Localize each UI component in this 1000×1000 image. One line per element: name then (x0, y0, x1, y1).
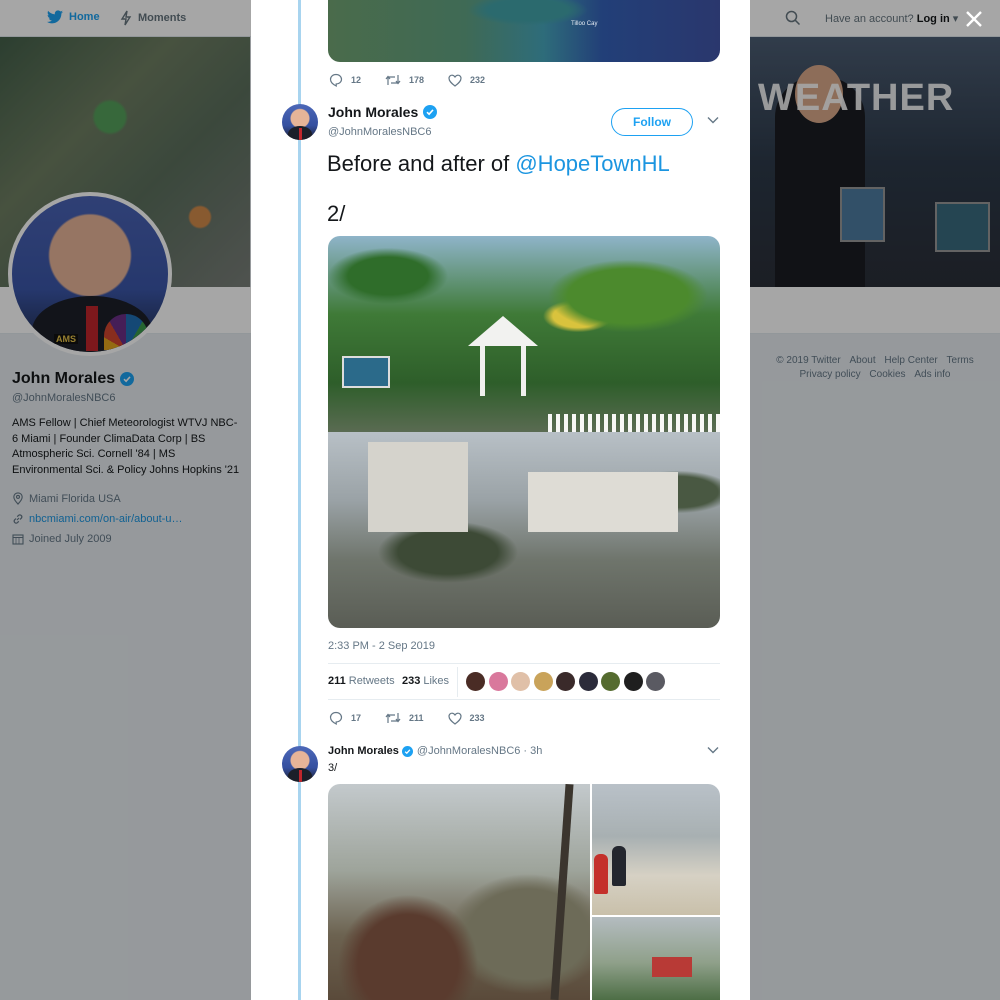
reply-count: 17 (351, 713, 362, 723)
hotel-sign (342, 356, 390, 388)
retweet-count: 178 (409, 75, 425, 85)
retweets-stat-count: 211 (328, 675, 346, 687)
tweet-text: Before and after of @HopeTownHL (327, 150, 670, 178)
retweet-icon (385, 75, 401, 85)
mention-link[interactable]: @HopeTownHL (515, 151, 669, 176)
red-roof-house (652, 957, 692, 977)
photo-before[interactable] (328, 236, 720, 432)
retweets-stat[interactable]: 211 Retweets (328, 675, 395, 687)
tweet-time[interactable]: · 3h (523, 745, 542, 757)
reply-count: 12 (351, 75, 362, 85)
tweet-text-prefix: Before and after of (327, 151, 516, 176)
photo-after[interactable] (328, 432, 720, 628)
liker-avatars (466, 672, 669, 691)
liker-avatar[interactable] (556, 672, 575, 691)
reply-button[interactable]: 17 (329, 711, 361, 725)
white-fence (548, 414, 720, 432)
likes-stat-label: Likes (423, 675, 450, 687)
liker-avatar[interactable] (466, 672, 485, 691)
tweet-image-map[interactable]: Tilloo Cay (328, 0, 720, 62)
retweet-button[interactable]: 211 (385, 711, 424, 725)
tweet-actions: 17 211 233 (329, 711, 509, 725)
likes-stat[interactable]: 233 Likes (402, 675, 449, 687)
like-count: 233 (469, 713, 485, 723)
liker-avatar[interactable] (601, 672, 620, 691)
chevron-down-icon[interactable] (707, 116, 719, 124)
reply-button[interactable]: 12 (329, 73, 361, 87)
likes-stat-count: 233 (402, 675, 421, 687)
damaged-building (368, 442, 468, 532)
tweet-author-name[interactable]: John Morales (328, 104, 438, 120)
like-count: 232 (470, 75, 486, 85)
close-icon[interactable] (962, 7, 986, 31)
heart-icon (448, 74, 462, 87)
liker-avatar[interactable] (578, 672, 598, 691)
person (612, 846, 626, 886)
tweet-text: 3/ (328, 762, 338, 774)
verified-badge-icon (423, 105, 438, 119)
tweet-text-line: 2/ (327, 201, 346, 226)
tweet-thread-modal: Tilloo Cay 12 178 232 John Morales @John… (251, 0, 750, 1000)
retweets-stat-label: Retweets (348, 675, 395, 687)
tweet-photo-grid (328, 236, 720, 628)
tweet-stats: 211 Retweets 233 Likes (328, 663, 720, 700)
map-label: Tilloo Cay (571, 21, 598, 27)
tweet-actions: 12 178 232 (329, 73, 509, 87)
person (594, 854, 608, 894)
photo-storm-damage[interactable] (328, 784, 590, 1000)
liker-avatar[interactable] (646, 672, 665, 691)
liker-avatar[interactable] (511, 672, 530, 691)
author-name-text: John Morales (328, 745, 399, 757)
follow-button[interactable]: Follow (611, 108, 693, 136)
like-button[interactable]: 232 (448, 74, 485, 87)
liker-avatar[interactable] (533, 672, 553, 691)
author-name-text: John Morales (328, 104, 419, 120)
gazebo (468, 316, 538, 396)
tweet-author-handle[interactable]: @JohnMoralesNBC6 (328, 126, 432, 138)
liker-avatar[interactable] (488, 672, 508, 691)
photo-beach-people[interactable] (592, 784, 720, 915)
retweet-icon (385, 713, 401, 723)
heart-icon (447, 712, 462, 725)
retweet-count: 211 (409, 713, 424, 723)
avatar[interactable] (282, 746, 318, 782)
damaged-building (528, 472, 678, 532)
reply-icon (329, 711, 343, 725)
tweet-timestamp[interactable]: 2:33 PM - 2 Sep 2019 (328, 640, 435, 652)
like-button[interactable]: 233 (447, 712, 485, 725)
avatar[interactable] (282, 104, 318, 140)
verified-badge-icon (401, 745, 413, 757)
photo-damaged-houses[interactable] (592, 917, 720, 1000)
liker-avatar[interactable] (623, 672, 643, 691)
retweet-button[interactable]: 178 (385, 73, 424, 87)
tweet-header[interactable]: John Morales @JohnMoralesNBC6 · 3h (328, 745, 542, 757)
tweet-photo-grid (328, 784, 720, 1000)
chevron-down-icon[interactable] (707, 746, 719, 754)
reply-icon (329, 73, 343, 87)
tweet-author-handle: @JohnMoralesNBC6 (416, 745, 521, 757)
thread-connector-line (298, 0, 301, 1000)
stats-divider (457, 667, 458, 697)
palm-trunk (550, 784, 574, 1000)
